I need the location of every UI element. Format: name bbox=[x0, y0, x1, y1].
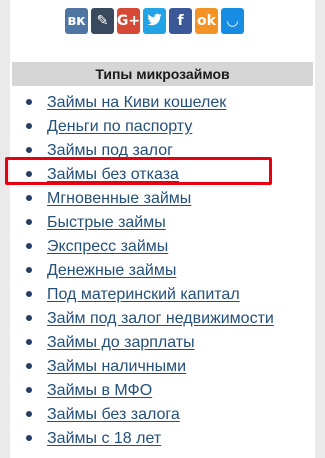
odnoklassniki-icon: ok bbox=[197, 13, 216, 29]
livejournal-share-button[interactable]: ✎ bbox=[91, 8, 114, 34]
bullet-dot-icon bbox=[26, 314, 32, 321]
bullet-dot-icon bbox=[26, 194, 32, 201]
google-plus-icon: G+ bbox=[116, 13, 141, 29]
list-item: Денежные займы bbox=[26, 259, 274, 283]
list-item: Займы без отказа bbox=[26, 163, 274, 187]
google-plus-share-button[interactable]: G+ bbox=[117, 8, 140, 34]
microloan-type-link[interactable]: Быстрые займы bbox=[47, 214, 166, 231]
bullet-dot-icon bbox=[26, 386, 32, 393]
livejournal-pen-icon: ✎ bbox=[96, 13, 109, 29]
microloan-type-link[interactable]: Займы в МФО bbox=[47, 382, 152, 399]
microloan-type-link[interactable]: Под материнский капитал bbox=[47, 286, 240, 303]
bullet-dot-icon bbox=[26, 98, 32, 105]
bullet-dot-icon bbox=[26, 338, 32, 345]
microloan-type-link[interactable]: Мгновенные займы bbox=[47, 190, 191, 207]
moimir-share-button[interactable]: ◡ bbox=[221, 8, 244, 34]
list-item: Займы наличными bbox=[26, 355, 274, 379]
microloan-type-link[interactable]: Экспресс займы bbox=[47, 238, 168, 255]
microloan-type-link[interactable]: Займы без залога bbox=[47, 406, 180, 423]
odnoklassniki-share-button[interactable]: ok bbox=[195, 8, 218, 34]
bullet-dot-icon bbox=[26, 146, 32, 153]
bullet-dot-icon bbox=[26, 410, 32, 417]
list-item: Экспресс займы bbox=[26, 235, 274, 259]
list-item: Займы в МФО bbox=[26, 379, 274, 403]
vk-share-button[interactable]: вк bbox=[65, 8, 88, 34]
list-item: Займы без залога bbox=[26, 403, 274, 427]
vk-icon: вк bbox=[67, 13, 86, 29]
bullet-dot-icon bbox=[26, 218, 32, 225]
microloan-types-list: Займы на Киви кошелек Деньги по паспорту З… bbox=[26, 91, 274, 451]
microloan-type-link[interactable]: Займы до зарплаты bbox=[47, 334, 195, 351]
twitter-bird-icon bbox=[146, 11, 163, 32]
page-edge-left bbox=[0, 0, 10, 458]
bullet-dot-icon bbox=[26, 434, 32, 441]
social-share-bar: вк ✎ G+ f ok ◡ bbox=[65, 8, 244, 34]
list-item: Мгновенные займы bbox=[26, 187, 274, 211]
microloan-type-link[interactable]: Займ под залог недвижимости bbox=[47, 310, 274, 327]
bullet-dot-icon bbox=[26, 362, 32, 369]
list-item: Деньги по паспорту bbox=[26, 115, 274, 139]
microloan-type-link[interactable]: Денежные займы bbox=[47, 262, 176, 279]
facebook-share-button[interactable]: f bbox=[169, 8, 192, 34]
section-title: Типы микрозаймов bbox=[12, 62, 313, 86]
list-item: Займы под залог bbox=[26, 139, 274, 163]
facebook-icon: f bbox=[177, 13, 184, 29]
bullet-dot-icon bbox=[26, 290, 32, 297]
microloan-type-link[interactable]: Займы наличными bbox=[47, 358, 186, 375]
microloan-type-link[interactable]: Займы с 18 лет bbox=[47, 430, 161, 447]
list-item: Займы с 18 лет bbox=[26, 427, 274, 451]
bullet-dot-icon bbox=[26, 170, 32, 177]
moimir-smile-icon: ◡ bbox=[227, 13, 238, 29]
highlighted-link[interactable]: Займы без отказа bbox=[47, 166, 179, 183]
page-edge-right bbox=[315, 0, 325, 458]
list-item: Займ под залог недвижимости bbox=[26, 307, 274, 331]
list-item: Быстрые займы bbox=[26, 211, 274, 235]
list-item: Под материнский капитал bbox=[26, 283, 274, 307]
bullet-dot-icon bbox=[26, 122, 32, 129]
microloan-type-link[interactable]: Деньги по паспорту bbox=[47, 118, 192, 135]
bullet-dot-icon bbox=[26, 266, 32, 273]
twitter-share-button[interactable] bbox=[143, 8, 166, 34]
list-item: Займы до зарплаты bbox=[26, 331, 274, 355]
microloan-type-link[interactable]: Займы на Киви кошелек bbox=[47, 94, 226, 111]
list-item: Займы на Киви кошелек bbox=[26, 91, 274, 115]
microloan-type-link[interactable]: Займы под залог bbox=[47, 142, 173, 159]
bullet-dot-icon bbox=[26, 242, 32, 249]
